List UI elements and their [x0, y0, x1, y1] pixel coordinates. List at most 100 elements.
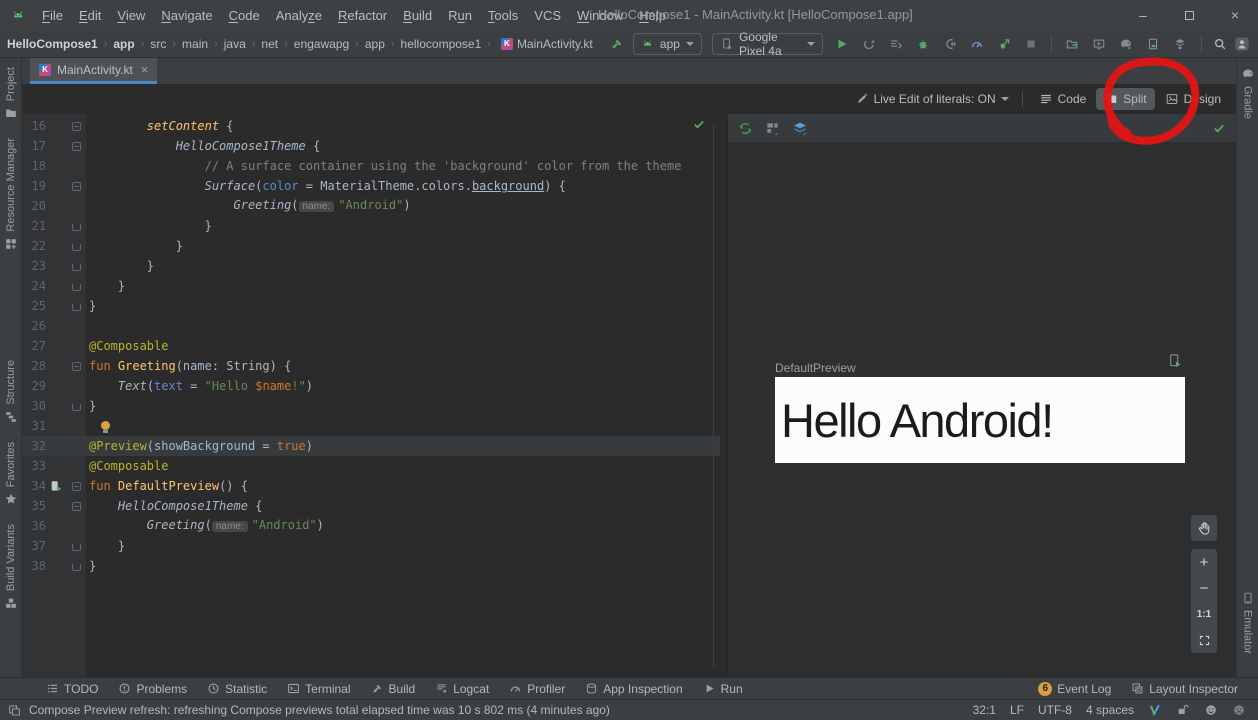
- layout-inspector-button[interactable]: Layout Inspector: [1121, 678, 1248, 700]
- line-ending[interactable]: LF: [1010, 703, 1024, 717]
- make-project-button[interactable]: [607, 32, 627, 56]
- breadcrumb-item[interactable]: main: [181, 37, 209, 51]
- fold-marker[interactable]: [66, 362, 86, 371]
- code-line-19[interactable]: 19 Surface(color = MaterialTheme.colors.…: [22, 176, 720, 196]
- menu-navigate[interactable]: Navigate: [153, 4, 220, 27]
- zoom-to-fit-button[interactable]: [1191, 627, 1217, 653]
- device-select[interactable]: Google Pixel 4a: [712, 33, 823, 55]
- code-line-22[interactable]: 22 }: [22, 236, 720, 256]
- sidebar-item-structure[interactable]: Structure: [4, 360, 18, 424]
- fold-end-icon[interactable]: [72, 544, 81, 551]
- tab-close-icon[interactable]: ×: [141, 62, 149, 77]
- fold-end-icon[interactable]: [72, 404, 81, 411]
- fold-open-icon[interactable]: [72, 182, 81, 191]
- fold-marker[interactable]: [66, 402, 86, 411]
- code-line-18[interactable]: 18 // A surface container using the 'bac…: [22, 156, 720, 176]
- sidebar-item-gradle[interactable]: Gradle: [1241, 67, 1255, 119]
- zoom-out-button[interactable]: −: [1191, 575, 1217, 601]
- apply-changes-button[interactable]: [856, 32, 881, 56]
- fold-marker[interactable]: [66, 142, 86, 151]
- tab-mainactivity[interactable]: K MainActivity.kt ×: [30, 58, 157, 84]
- breadcrumb-item[interactable]: HelloCompose1: [6, 37, 99, 51]
- file-encoding[interactable]: UTF-8: [1038, 703, 1072, 717]
- breadcrumb-file[interactable]: KMainActivity.kt: [501, 37, 593, 51]
- attach-debugger-button[interactable]: [937, 32, 962, 56]
- code-line-21[interactable]: 21 }: [22, 216, 720, 236]
- breadcrumb-item[interactable]: hellocompose1: [400, 37, 483, 51]
- sidebar-item-build-variants[interactable]: Build Variants: [4, 524, 18, 610]
- tool-window-terminal[interactable]: Terminal: [277, 678, 360, 700]
- menu-vcs[interactable]: VCS: [526, 4, 569, 27]
- code-line-29[interactable]: 29 Text(text = "Hello $name!"): [22, 376, 720, 396]
- tool-window-run[interactable]: Run: [693, 678, 753, 700]
- menu-view[interactable]: View: [109, 4, 153, 27]
- code-line-27[interactable]: 27@Composable: [22, 336, 720, 356]
- code-line-38[interactable]: 38}: [22, 556, 720, 576]
- zoom-actual-size-button[interactable]: 1:1: [1191, 601, 1217, 627]
- gradle-sync-button[interactable]: [1114, 32, 1139, 56]
- event-log-button[interactable]: 6 Event Log: [1028, 678, 1121, 700]
- run-configuration-select[interactable]: app: [633, 33, 702, 55]
- fold-marker[interactable]: [66, 542, 86, 551]
- fold-open-icon[interactable]: [72, 122, 81, 131]
- tool-window-build[interactable]: Build: [361, 678, 426, 700]
- fold-marker[interactable]: [66, 122, 86, 131]
- code-line-32[interactable]: 32@Preview(showBackground = true): [22, 436, 720, 456]
- fold-marker[interactable]: [66, 182, 86, 191]
- code-line-36[interactable]: 36 Greeting(name:"Android"): [22, 516, 720, 536]
- breadcrumb-item[interactable]: app: [112, 37, 135, 51]
- fold-open-icon[interactable]: [72, 482, 81, 491]
- mode-split-button[interactable]: Split: [1096, 88, 1154, 110]
- device-file-explorer-button[interactable]: [1060, 32, 1085, 56]
- fold-open-icon[interactable]: [72, 142, 81, 151]
- compose-preview-frame[interactable]: Hello Android!: [775, 377, 1185, 463]
- code-line-30[interactable]: 30}: [22, 396, 720, 416]
- menu-run[interactable]: Run: [440, 4, 480, 27]
- code-line-17[interactable]: 17 HelloCompose1Theme {: [22, 136, 720, 156]
- run-play-button[interactable]: [829, 32, 854, 56]
- fold-marker[interactable]: [66, 262, 86, 271]
- rerun-debug-button[interactable]: [991, 32, 1016, 56]
- code-line-28[interactable]: 28fun Greeting(name: String) {: [22, 356, 720, 376]
- layers-button[interactable]: [792, 120, 808, 136]
- profiler-button[interactable]: [964, 32, 989, 56]
- code-line-37[interactable]: 37 }: [22, 536, 720, 556]
- caret-position[interactable]: 32:1: [973, 703, 996, 717]
- apply-code-changes-button[interactable]: [883, 32, 908, 56]
- run-preview-icon[interactable]: [1167, 353, 1182, 368]
- menu-refactor[interactable]: Refactor: [330, 4, 395, 27]
- run-preview-gutter-icon[interactable]: [46, 480, 66, 493]
- close-button[interactable]: ×: [1212, 0, 1258, 30]
- sidebar-item-favorites[interactable]: Favorites: [4, 442, 18, 506]
- sidebar-item-project[interactable]: Project: [4, 67, 18, 120]
- split-divider[interactable]: [720, 114, 728, 677]
- layout-option-button[interactable]: [765, 121, 780, 136]
- indent-setting[interactable]: 4 spaces: [1086, 703, 1134, 717]
- v-mark-icon[interactable]: [1148, 703, 1162, 717]
- intention-bulb-icon[interactable]: [101, 421, 110, 430]
- minimize-button[interactable]: –: [1120, 0, 1166, 30]
- feedback-sad-icon[interactable]: [1232, 703, 1246, 717]
- mode-design-button[interactable]: Design: [1157, 88, 1229, 110]
- fold-marker[interactable]: [66, 562, 86, 571]
- code-line-20[interactable]: 20 Greeting(name:"Android"): [22, 196, 720, 216]
- refresh-preview-button[interactable]: [738, 121, 753, 136]
- emulator-window-button[interactable]: [1087, 32, 1112, 56]
- code-line-16[interactable]: 16 setContent {: [22, 116, 720, 136]
- fold-open-icon[interactable]: [72, 502, 81, 511]
- search-everywhere-button[interactable]: [1210, 32, 1230, 56]
- preview-canvas[interactable]: DefaultPreview Hello Android! + − 1:1: [728, 143, 1236, 677]
- menu-analyze[interactable]: Analyze: [268, 4, 330, 27]
- fold-marker[interactable]: [66, 302, 86, 311]
- mode-code-button[interactable]: Code: [1031, 88, 1095, 110]
- fold-end-icon[interactable]: [72, 264, 81, 271]
- feedback-happy-icon[interactable]: [1204, 703, 1218, 717]
- code-line-23[interactable]: 23 }: [22, 256, 720, 276]
- sidebar-item-emulator[interactable]: Emulator: [1241, 591, 1255, 654]
- fold-end-icon[interactable]: [72, 244, 81, 251]
- tool-window-app-inspection[interactable]: App Inspection: [575, 678, 692, 700]
- fold-marker[interactable]: [66, 222, 86, 231]
- breadcrumb-item[interactable]: app: [364, 37, 386, 51]
- code-line-24[interactable]: 24 }: [22, 276, 720, 296]
- code-line-25[interactable]: 25}: [22, 296, 720, 316]
